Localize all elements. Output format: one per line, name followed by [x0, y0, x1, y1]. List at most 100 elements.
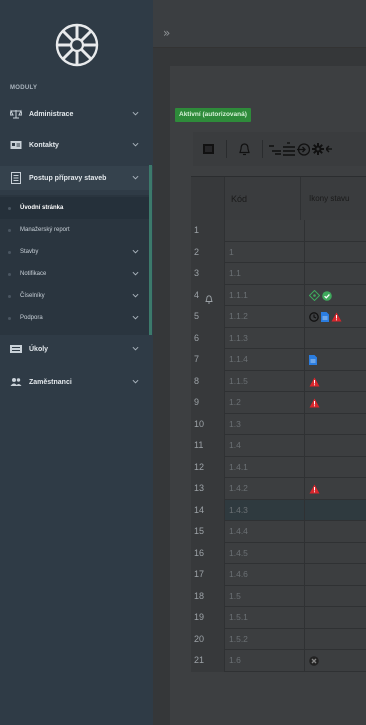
arrow-left-icon[interactable] [326, 143, 332, 155]
tasks-icon [10, 344, 22, 354]
cell-kod[interactable]: 1.1 [229, 263, 305, 285]
indent-icon[interactable] [283, 142, 295, 156]
sidebar-subitem-uvodni-stranka[interactable]: Úvodní stránka [0, 197, 149, 219]
toolbar-divider [226, 140, 227, 158]
chevron-down-icon [132, 175, 139, 180]
cell-kod[interactable]: 1.5.2 [229, 628, 305, 650]
table-row[interactable]: 8 1.1.5 [191, 370, 366, 392]
document-icon[interactable] [309, 355, 317, 365]
table-row[interactable]: 20 1.5.2 [191, 628, 366, 650]
table-row[interactable]: 9 1.2 [191, 392, 366, 414]
sidebar-subitem-label: Úvodní stránka [20, 205, 64, 211]
table-row[interactable]: 7 1.1.4 [191, 349, 366, 371]
bell-icon[interactable] [205, 291, 213, 303]
cell-kod[interactable]: 1.3 [229, 413, 305, 435]
clock-icon[interactable] [309, 312, 319, 322]
cell-kod[interactable] [229, 220, 305, 242]
warning-icon[interactable] [331, 312, 342, 322]
table-row[interactable]: 14 1.4.3 [191, 499, 366, 521]
row-number: 11 [191, 435, 225, 457]
gear-icon[interactable] [312, 143, 324, 155]
status-badge: Aktivní (autorizovaná) [175, 108, 251, 122]
table-row[interactable]: 18 1.5 [191, 585, 366, 607]
x-circle-icon[interactable] [309, 656, 319, 666]
sidebar-subitem-podpora[interactable]: Podpora [0, 307, 149, 329]
chevron-down-icon [132, 315, 139, 320]
row-number: 15 [191, 521, 225, 543]
cell-kod[interactable]: 1 [229, 241, 305, 263]
cell-kod[interactable]: 1.4.3 [229, 499, 305, 521]
expand-sidebar-icon[interactable]: » [163, 26, 170, 40]
column-header-ikony-stavu[interactable]: Ikony stavu [301, 177, 366, 221]
cell-kod[interactable]: 1.4.6 [229, 564, 305, 586]
cell-kod[interactable]: 1.1.2 [229, 306, 305, 328]
diamond-icon[interactable] [309, 290, 320, 301]
cell-kod[interactable]: 1.5.1 [229, 607, 305, 629]
document-icon[interactable] [321, 312, 329, 322]
move-in-icon[interactable] [297, 142, 310, 156]
row-number: 7 [191, 349, 225, 371]
table-row[interactable]: 13 1.4.2 [191, 478, 366, 500]
sidebar-subitem-manazersky-report[interactable]: Manažerský report [0, 219, 149, 241]
sidebar-item-label: Úkoly [29, 345, 49, 353]
cell-kod[interactable]: 1.4.1 [229, 456, 305, 478]
bullet-icon [8, 294, 11, 298]
sidebar-item-ukoly[interactable]: Úkoly [0, 337, 153, 361]
row-number: 10 [191, 413, 225, 435]
cell-kod[interactable]: 1.6 [229, 650, 305, 672]
sidebar-subitem-stavby[interactable]: Stavby [0, 241, 149, 263]
cell-kod[interactable]: 1.2 [229, 392, 305, 414]
table-row[interactable]: 4 1.1.1 [191, 284, 366, 306]
sidebar-subitem-label: Notifikace [20, 271, 47, 277]
table-row[interactable]: 6 1.1.3 [191, 327, 366, 349]
table-row[interactable]: 19 1.5.1 [191, 607, 366, 629]
table-row[interactable]: 21 1.6 [191, 650, 366, 672]
sidebar-subitem-notifikace[interactable]: Notifikace [0, 263, 149, 285]
sidebar-item-zamestnanci[interactable]: Zaměstnanci [0, 370, 153, 394]
cell-kod[interactable]: 1.4.4 [229, 521, 305, 543]
table-row[interactable]: 15 1.4.4 [191, 521, 366, 543]
table-row[interactable]: 12 1.4.1 [191, 456, 366, 478]
logo[interactable] [0, 10, 153, 80]
chevron-down-icon [132, 379, 139, 384]
table-row[interactable]: 10 1.3 [191, 413, 366, 435]
cell-kod[interactable]: 1.4.5 [229, 542, 305, 564]
sidebar-subitem-ciselniky[interactable]: Číselníky [0, 285, 149, 307]
cell-kod[interactable]: 1.1.3 [229, 327, 305, 349]
bullet-icon [8, 272, 11, 276]
row-number: 21 [191, 650, 225, 672]
table-row[interactable]: 21 [191, 241, 366, 263]
warning-icon[interactable] [309, 398, 320, 408]
cell-status-icons [309, 396, 320, 410]
warning-icon[interactable] [309, 484, 320, 494]
cell-kod[interactable]: 1.4.2 [229, 478, 305, 500]
cell-kod[interactable]: 1.1.5 [229, 370, 305, 392]
row-number: 20 [191, 628, 225, 650]
cell-kod[interactable]: 1.5 [229, 585, 305, 607]
cell-kod[interactable]: 1.1.1 [229, 284, 305, 306]
active-section-indicator [149, 165, 152, 335]
warning-icon[interactable] [309, 377, 320, 387]
table-row[interactable]: 1 [191, 220, 366, 242]
outdent-icon[interactable] [269, 143, 281, 155]
sidebar-item-administrace[interactable]: Administrace [0, 102, 153, 126]
table-row[interactable]: 16 1.4.5 [191, 542, 366, 564]
chevron-down-icon [132, 271, 139, 276]
sidebar-item-label: Postup přípravy staveb [29, 174, 107, 182]
check-circle-icon[interactable] [322, 290, 332, 301]
cell-kod[interactable]: 1.1.4 [229, 349, 305, 371]
scales-icon [10, 109, 22, 119]
bullet-icon [8, 228, 11, 232]
cell-kod[interactable]: 1.4 [229, 435, 305, 457]
table-row[interactable]: 11 1.4 [191, 435, 366, 457]
bell-icon[interactable] [239, 142, 250, 156]
column-header-kod[interactable]: Kód [225, 177, 301, 221]
table-row[interactable]: 17 1.4.6 [191, 564, 366, 586]
table-row[interactable]: 5 1.1.2 [191, 306, 366, 328]
table-row[interactable]: 3 1.1 [191, 263, 366, 285]
menu-icon[interactable] [203, 144, 214, 154]
sidebar-item-postup-pripravy-staveb[interactable]: Postup přípravy staveb [0, 166, 153, 190]
modules-section-title: MODULY [10, 85, 38, 91]
sidebar-item-label: Zaměstnanci [29, 378, 72, 386]
sidebar-item-kontakty[interactable]: Kontakty [0, 133, 153, 157]
